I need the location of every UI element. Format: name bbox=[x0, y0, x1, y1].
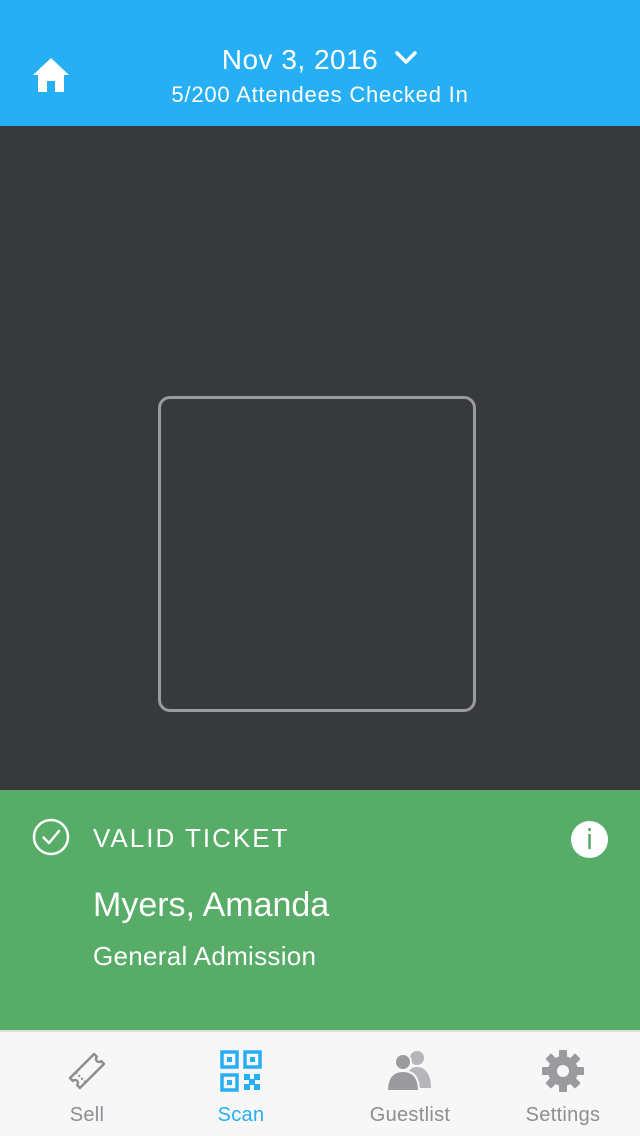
camera-viewfinder bbox=[0, 126, 640, 790]
scan-frame bbox=[158, 396, 476, 712]
ticket-status-label: VALID TICKET bbox=[93, 823, 290, 853]
tab-bar: Sell Scan Guestlist Settings bbox=[0, 1030, 640, 1136]
tab-guestlist[interactable]: Guestlist bbox=[330, 1032, 490, 1136]
tab-label: Settings bbox=[525, 1104, 601, 1126]
qr-code-icon bbox=[220, 1048, 262, 1094]
tab-label: Guestlist bbox=[369, 1104, 451, 1126]
date-selector[interactable]: Nov 3, 2016 bbox=[0, 44, 640, 76]
tab-label: Scan bbox=[217, 1104, 265, 1126]
people-icon bbox=[385, 1048, 435, 1094]
ticket-icon bbox=[64, 1048, 110, 1094]
chevron-down-icon bbox=[394, 50, 418, 66]
gear-icon bbox=[541, 1048, 585, 1094]
tab-settings[interactable]: Settings bbox=[483, 1032, 640, 1136]
check-circle-icon bbox=[32, 818, 70, 856]
tab-sell[interactable]: Sell bbox=[7, 1032, 167, 1136]
ticket-result-panel: VALID TICKET i Myers, Amanda General Adm… bbox=[0, 790, 640, 1030]
ticket-type: General Admission bbox=[93, 941, 317, 971]
header-bar: Nov 3, 2016 5/200 Attendees Checked In bbox=[0, 0, 640, 126]
tab-label: Sell bbox=[69, 1104, 105, 1126]
tab-scan[interactable]: Scan bbox=[161, 1032, 321, 1136]
attendee-name: Myers, Amanda bbox=[93, 886, 330, 924]
info-button[interactable]: i bbox=[571, 821, 608, 858]
checkin-status: 5/200 Attendees Checked In bbox=[171, 82, 469, 107]
event-date: Nov 3, 2016 bbox=[221, 44, 379, 75]
